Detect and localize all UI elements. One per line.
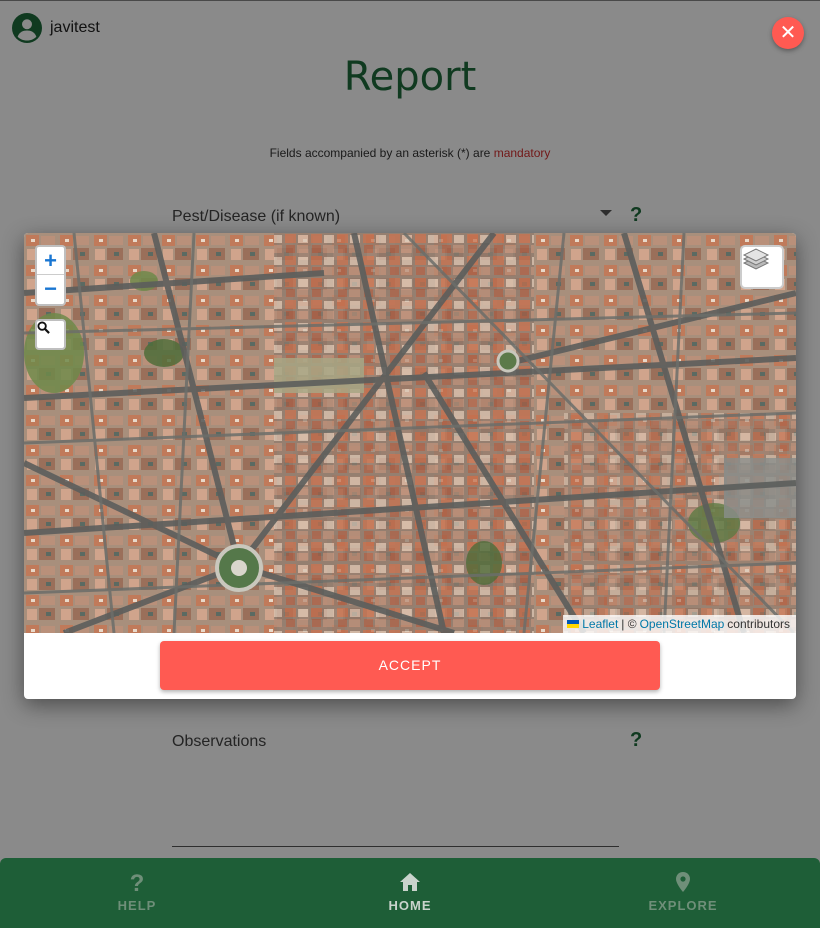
zoom-in-button[interactable]: + (37, 247, 64, 275)
home-icon (400, 873, 420, 891)
attribution-suffix: contributors (727, 617, 790, 631)
search-icon (37, 321, 50, 334)
close-button[interactable]: ✕ (772, 17, 804, 49)
layers-button[interactable] (740, 245, 784, 289)
map-modal: + − Leaflet | © OpenStreetMap contributo… (24, 233, 796, 699)
nav-home[interactable]: HOME (330, 858, 490, 928)
nav-help-label: HELP (117, 898, 157, 913)
nav-explore-label: EXPLORE (648, 898, 718, 913)
map-attribution: Leaflet | © OpenStreetMap contributors (563, 615, 796, 633)
ukraine-flag-icon (567, 620, 580, 628)
bottom-navigation: ? HELP HOME EXPLORE (0, 858, 820, 928)
help-icon: ? (130, 870, 145, 894)
attribution-separator: | © (621, 617, 637, 631)
svg-text:?: ? (130, 870, 145, 894)
map-search-button[interactable] (35, 319, 66, 350)
zoom-out-button[interactable]: − (37, 275, 64, 303)
location-pin-icon (676, 872, 690, 892)
map-imagery (24, 233, 796, 633)
openstreetmap-link[interactable]: OpenStreetMap (640, 615, 725, 633)
layers-icon (742, 248, 770, 270)
accept-button[interactable]: ACCEPT (160, 641, 660, 690)
nav-explore[interactable]: EXPLORE (603, 858, 763, 928)
zoom-control: + − (35, 245, 66, 306)
satellite-map[interactable]: + − Leaflet | © OpenStreetMap contributo… (24, 233, 796, 633)
nav-home-label: HOME (388, 898, 432, 913)
nav-help[interactable]: ? HELP (57, 858, 217, 928)
leaflet-link[interactable]: Leaflet (582, 615, 618, 633)
